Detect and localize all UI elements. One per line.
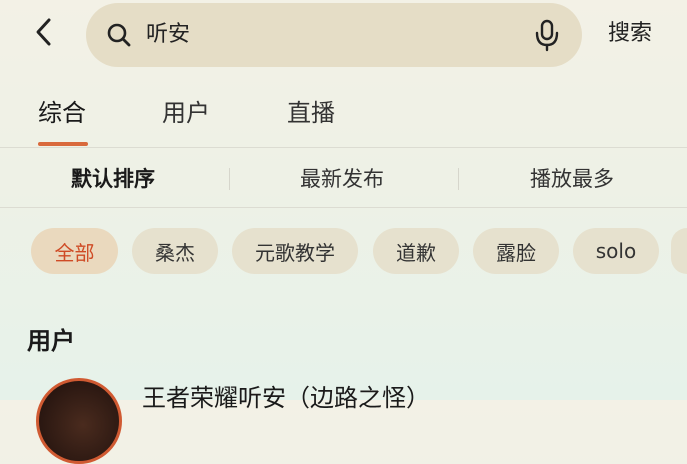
divider [0,207,687,208]
sort-most-played[interactable]: 播放最多 [530,165,614,193]
tab-live[interactable]: 直播 [287,98,335,128]
search-button[interactable]: 搜索 [608,20,652,48]
avatar[interactable] [36,378,122,464]
active-tab-indicator [38,142,88,146]
search-icon [106,22,132,48]
sort-separator [229,168,230,190]
section-title-users: 用户 [27,327,75,355]
user-name[interactable]: 王者荣耀听安（边路之怪） [142,383,430,413]
chip-face-reveal[interactable]: 露脸 [473,228,559,274]
search-input[interactable]: 听安 [146,22,190,48]
chip-solo[interactable]: solo [573,228,659,274]
tab-users[interactable]: 用户 [162,98,210,128]
chip-yuange-teaching[interactable]: 元歌教学 [232,228,358,274]
sort-default[interactable]: 默认排序 [71,165,155,193]
chip-sangjie[interactable]: 桑杰 [132,228,218,274]
search-box[interactable]: 听安 [86,3,582,67]
tab-comprehensive[interactable]: 综合 [38,98,86,128]
chip-apology[interactable]: 道歉 [373,228,459,274]
divider [0,147,687,148]
chip-all[interactable]: 全部 [31,228,118,274]
microphone-icon[interactable] [532,18,562,52]
sort-separator [458,168,459,190]
chevron-left-icon [33,17,55,51]
back-button[interactable] [26,16,62,52]
sort-newest[interactable]: 最新发布 [300,165,384,193]
chip-partial[interactable] [671,228,687,274]
